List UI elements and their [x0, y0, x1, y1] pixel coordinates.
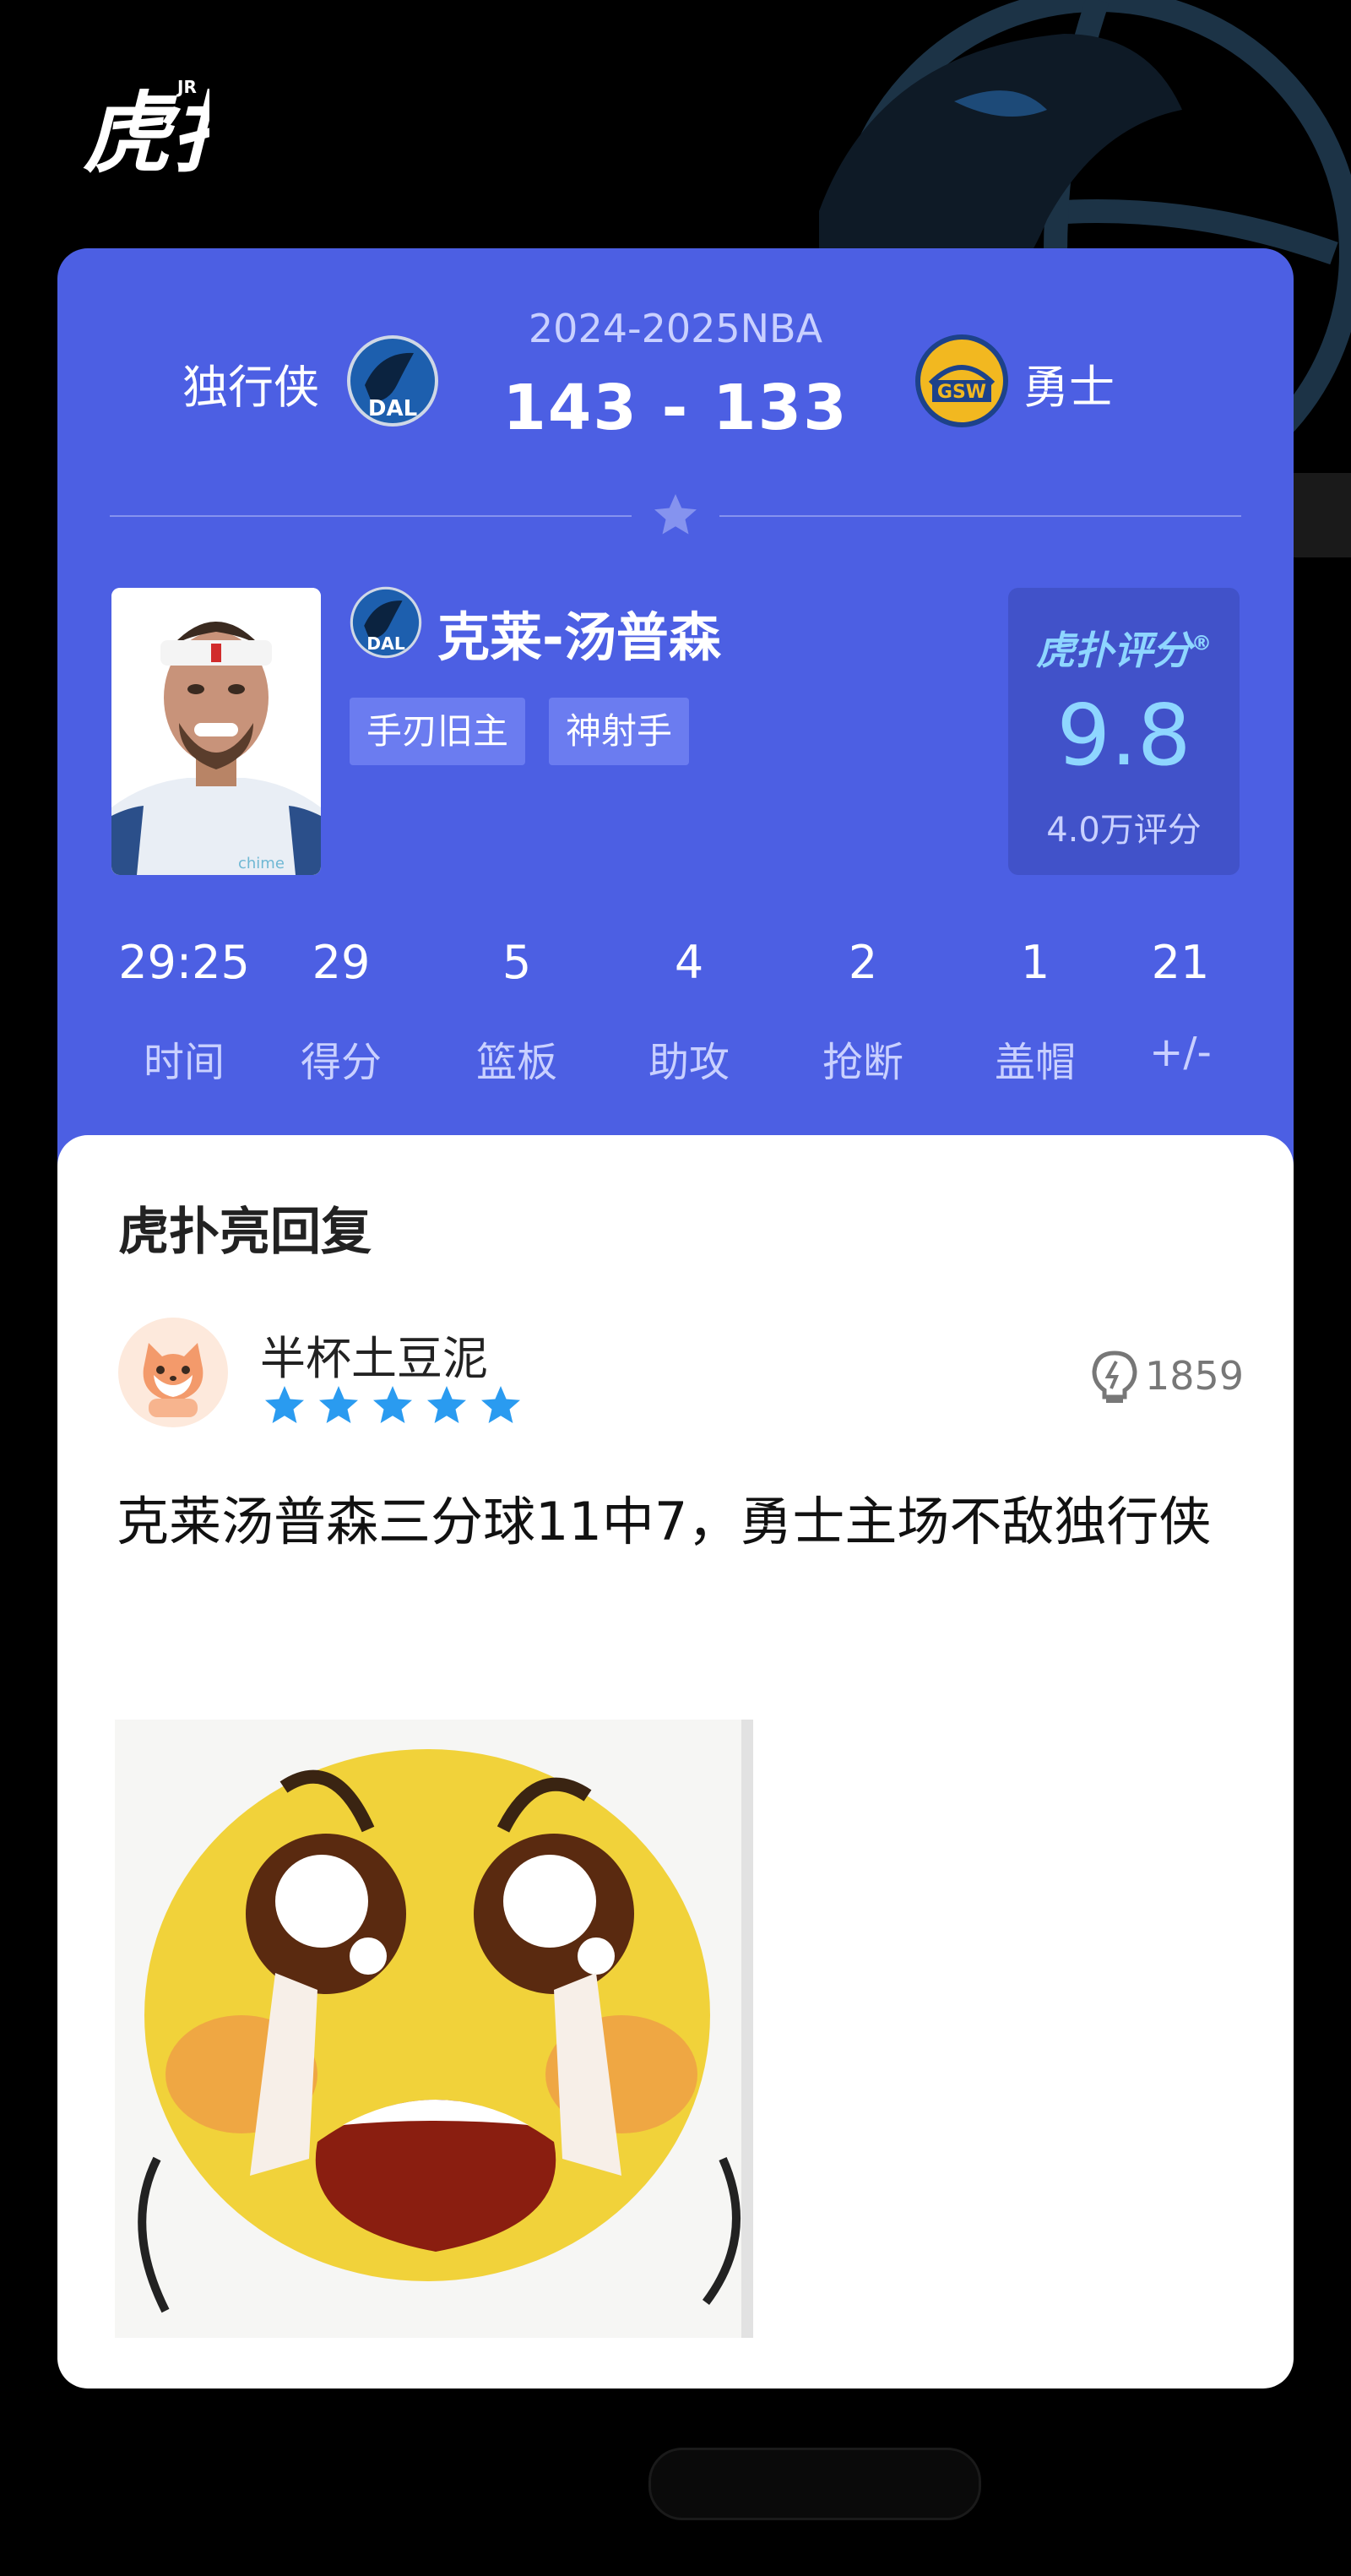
svg-text:DAL: DAL	[368, 396, 417, 421]
home-indicator[interactable]	[648, 2448, 981, 2520]
star-icon	[373, 1386, 412, 1423]
star-icon	[427, 1386, 466, 1423]
svg-text:JR: JR	[176, 77, 197, 97]
lightbulb-icon	[1092, 1350, 1137, 1403]
player-photo: chime	[111, 588, 321, 875]
stat-label: 盖帽	[994, 1039, 1076, 1086]
registered-mark: ®	[1191, 631, 1212, 655]
stat-value: 21	[1151, 936, 1210, 989]
comment-text: 克莱汤普森三分球11中7，勇士主场不敌独行侠	[117, 1491, 1212, 1552]
home-team-name: 独行侠	[182, 361, 319, 414]
home-team-logo: DAL	[347, 335, 438, 427]
rating-box[interactable]: 虎扑评分® 9.8 4.0万评分	[1008, 588, 1240, 875]
divider-left	[110, 515, 632, 517]
stat-value: 1	[1020, 936, 1050, 989]
star-icon	[481, 1386, 520, 1423]
season-label: 2024-2025NBA	[528, 306, 823, 351]
star-icon	[265, 1386, 304, 1423]
divider-right	[719, 515, 1241, 517]
stat-value: 29:25	[118, 936, 250, 989]
stat-value: 4	[674, 936, 704, 989]
player-tag[interactable]: 神射手	[549, 698, 690, 765]
star-icon	[319, 1386, 358, 1423]
rating-value: 9.8	[1056, 686, 1191, 785]
hupu-logo: 虎扑 JR	[83, 71, 264, 185]
jersey-sponsor: chime	[238, 855, 285, 872]
stat-label: 抢断	[822, 1039, 903, 1086]
stat-label: 得分	[300, 1039, 382, 1086]
stat-label: +/-	[1149, 1029, 1212, 1076]
svg-text:GSW: GSW	[937, 382, 986, 403]
svg-text:DAL: DAL	[366, 633, 405, 654]
like-count: 1859	[1145, 1353, 1245, 1399]
away-team-name: 勇士	[1023, 361, 1115, 414]
player-team-logo: DAL	[350, 586, 422, 659]
star-rating	[265, 1386, 520, 1423]
stat-value: 29	[312, 936, 371, 989]
crying-emoji-image[interactable]	[115, 1720, 753, 2338]
stat-value: 5	[502, 936, 532, 989]
match-score: 143 - 133	[502, 372, 849, 444]
stat-label: 时间	[143, 1039, 225, 1086]
section-title: 虎扑亮回复	[118, 1203, 372, 1262]
stat-label: 篮板	[475, 1039, 557, 1086]
player-name: 克莱-汤普森	[437, 606, 721, 668]
rating-brand: 虎扑评分	[1036, 628, 1191, 673]
away-team-logo: GSW	[915, 334, 1008, 427]
stat-label: 助攻	[648, 1039, 730, 1086]
stat-value: 2	[848, 936, 878, 989]
avatar[interactable]	[118, 1318, 228, 1427]
username[interactable]: 半杯土豆泥	[260, 1321, 488, 1388]
like-button[interactable]: 1859	[1089, 1343, 1245, 1410]
star-icon	[654, 494, 697, 535]
rating-count: 4.0万评分	[1046, 811, 1202, 850]
player-tag[interactable]: 手刃旧主	[350, 698, 526, 765]
